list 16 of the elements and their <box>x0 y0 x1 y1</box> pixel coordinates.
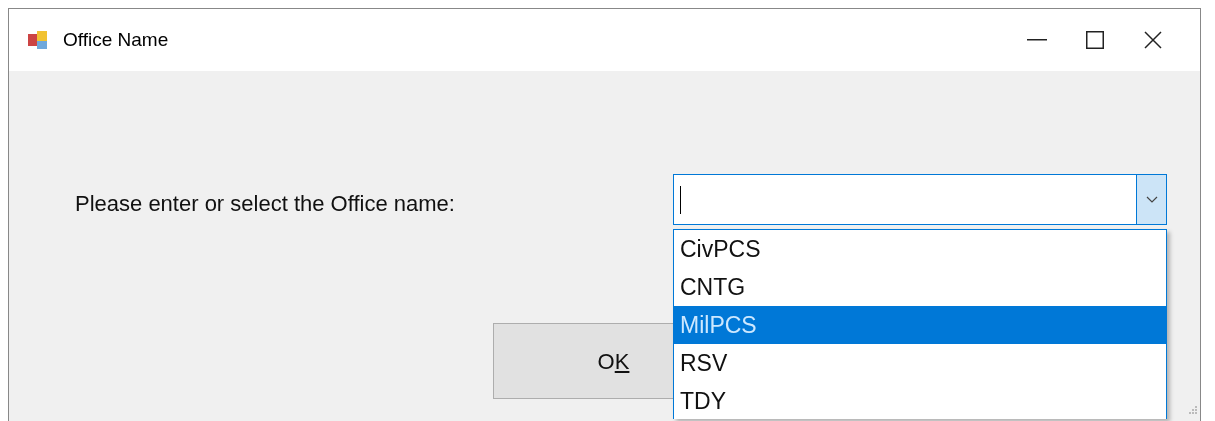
app-icon <box>27 29 49 51</box>
close-icon <box>1144 31 1162 49</box>
dropdown-option[interactable]: CNTG <box>674 268 1166 306</box>
dropdown-option[interactable]: MilPCS <box>674 306 1166 344</box>
window-title: Office Name <box>63 27 169 52</box>
maximize-icon <box>1086 31 1104 49</box>
dropdown-button[interactable] <box>1136 175 1166 224</box>
ok-button[interactable]: OK <box>493 323 673 399</box>
chevron-down-icon <box>1145 196 1158 203</box>
dropdown-option[interactable]: RSV <box>674 344 1166 382</box>
prompt-label: Please enter or select the Office name: <box>75 190 455 218</box>
dropdown-option[interactable]: TDY <box>674 382 1166 419</box>
text-cursor <box>680 185 681 214</box>
minimize-icon <box>1027 39 1047 41</box>
resize-grip-icon <box>1188 405 1198 415</box>
dropdown-option[interactable]: CivPCS <box>674 230 1166 268</box>
